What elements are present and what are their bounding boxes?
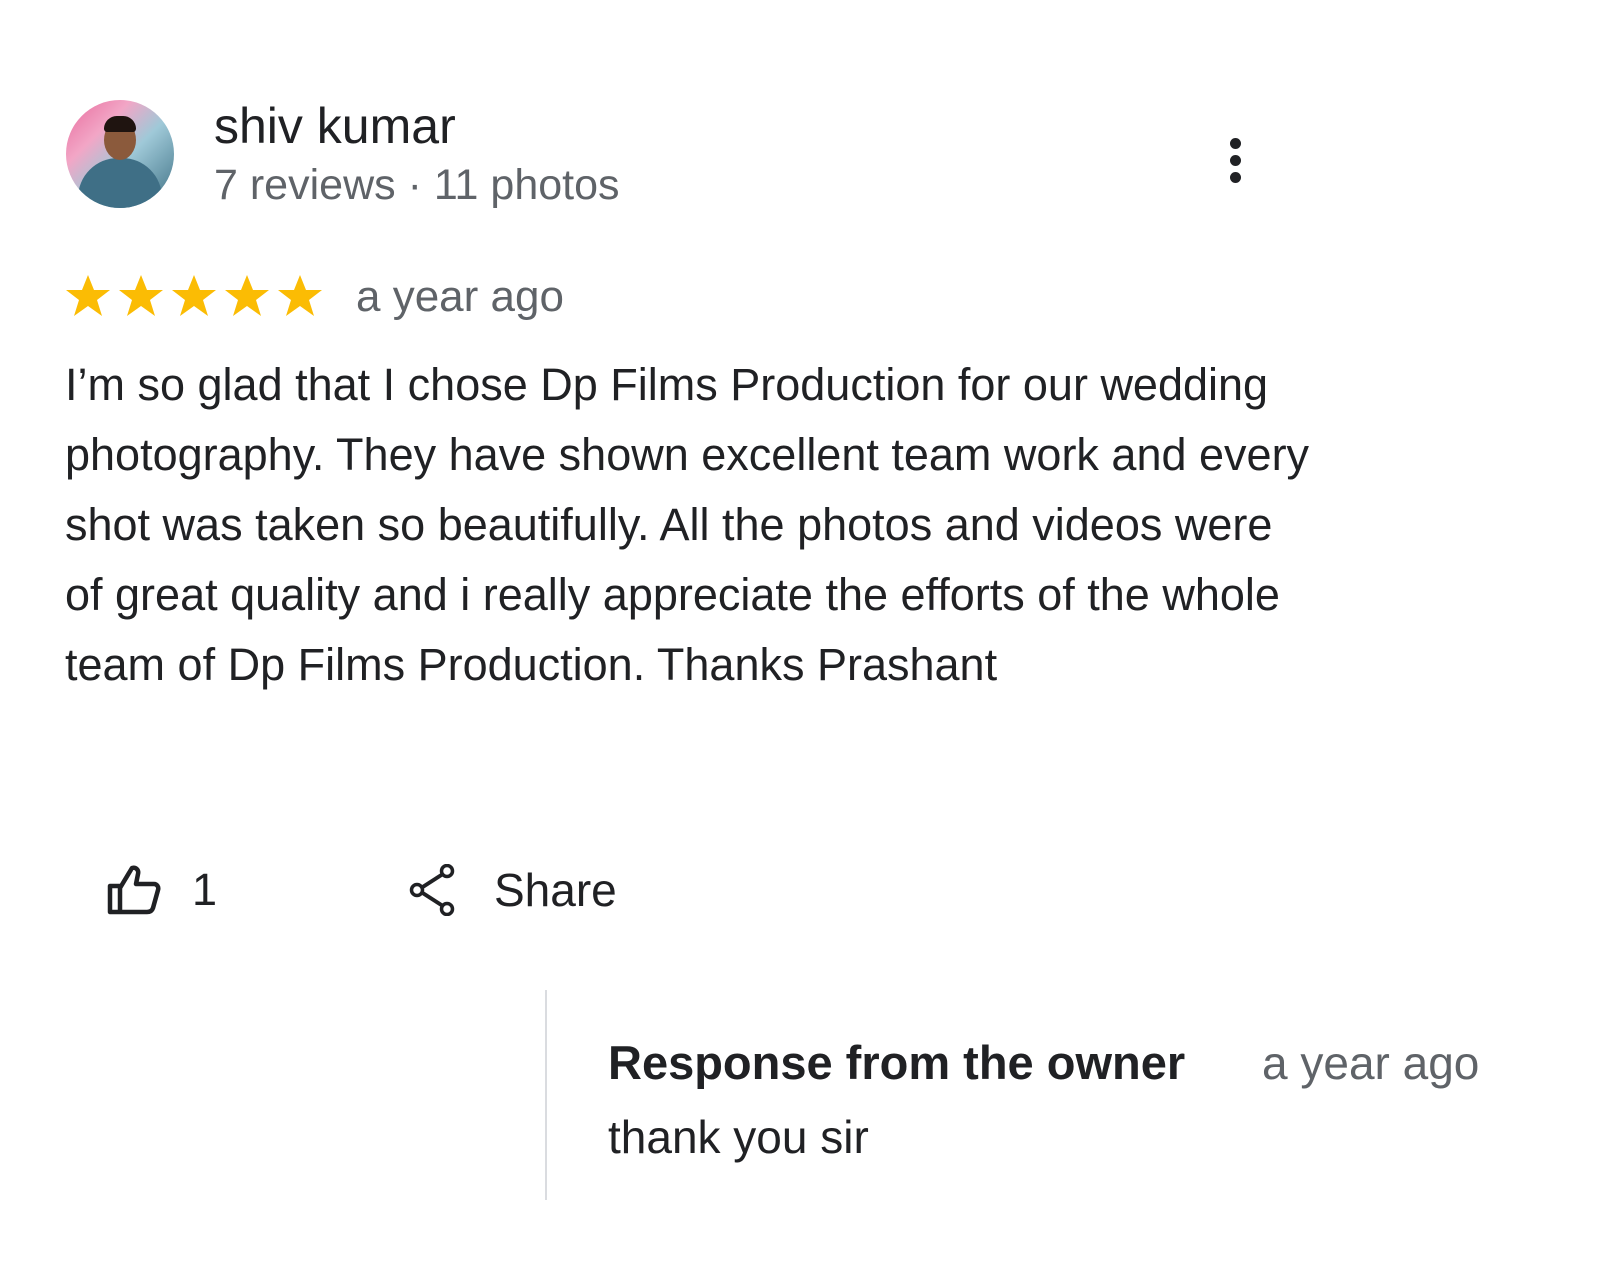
response-divider [545,990,547,1200]
star-icon [119,275,163,316]
star-icon [172,275,216,316]
star-icon [66,275,110,316]
star-icon [278,275,322,316]
author-name[interactable]: shiv kumar [214,96,456,156]
owner-response-text: thank you sir [608,1111,869,1163]
star-rating [64,270,329,322]
review-time: a year ago [356,272,564,321]
review-text: I’m so glad that I chose Dp Films Produc… [65,359,1310,690]
star-icon [225,275,269,316]
like-count: 1 [192,864,218,915]
like-button[interactable]: 1 [106,862,217,918]
owner-response-time: a year ago [1262,1037,1480,1089]
more-options-button[interactable] [1224,136,1248,186]
share-button[interactable]: Share [408,862,617,918]
thumb-up-icon [107,865,161,915]
owner-response-title: Response from the owner [608,1036,1186,1089]
share-icon [409,864,455,916]
author-avatar[interactable] [66,100,174,208]
share-label: Share [494,864,617,916]
more-vert-icon [1230,138,1241,149]
author-meta: 7 reviews · 11 photos [214,161,620,209]
review-card: shiv kumar 7 reviews · 11 photos a year … [0,0,1600,1280]
